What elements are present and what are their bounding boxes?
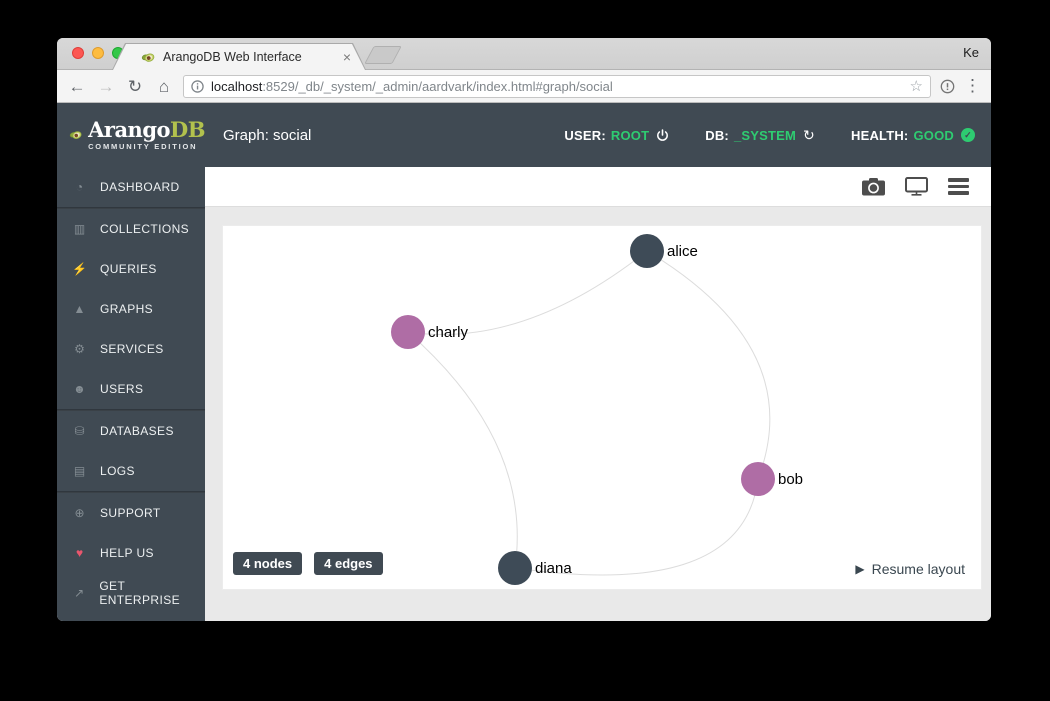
url-text[interactable]: localhost:8529/_db/_system/_admin/aardva…	[211, 79, 903, 94]
db-label: DB:	[705, 127, 729, 143]
bolt-icon: ⚡	[72, 262, 87, 276]
dashboard-icon: ◔	[75, 180, 84, 194]
sidebar-item-support[interactable]: ⊕ SUPPORT	[57, 493, 205, 533]
home-icon[interactable]: ⌂	[154, 78, 174, 95]
address-bar[interactable]: localhost:8529/_db/_system/_admin/aardva…	[183, 74, 931, 98]
sidebar-item-graphs[interactable]: ▲ GRAPHS	[57, 289, 205, 329]
page-title: Graph: social	[223, 126, 312, 144]
camera-icon[interactable]	[862, 177, 885, 196]
graph-viewer-toolbar	[205, 167, 991, 207]
reload-icon[interactable]: ↻	[125, 78, 145, 95]
sidebar-item-databases[interactable]: ⛁ DATABASES	[57, 411, 205, 451]
graph-node-diana[interactable]	[498, 551, 532, 585]
avocado-logo-icon	[69, 131, 82, 139]
sidebar-nav: ◔ DASHBOARD ▥ COLLECTIONS ⚡ QUERIES ▲ GRAPHS ⚙ SE…	[57, 167, 205, 621]
arangodb-favicon	[141, 53, 155, 62]
graph-viewer-content: alice charly bob diana 4 nodes 4 edges ▶ Re…	[205, 207, 991, 621]
resume-layout-label: Resume layout	[871, 561, 965, 577]
graph-edge-charly-diana	[407, 331, 518, 569]
graph-node-bob[interactable]	[741, 462, 775, 496]
heart-icon: ♥	[75, 546, 84, 560]
browser-alert-icon[interactable]	[940, 79, 955, 94]
arangodb-logo[interactable]: ArangoDB COMMUNITY EDITION	[69, 119, 205, 151]
edges-count-badge: 4 edges	[314, 552, 383, 575]
graph-stats: 4 nodes 4 edges	[233, 552, 383, 575]
external-link-icon: ↗	[74, 586, 85, 600]
users-icon: ☻	[73, 382, 86, 396]
graph-node-label-bob: bob	[778, 471, 803, 488]
sidebar-item-label: LOGS	[100, 464, 135, 478]
new-tab-button[interactable]	[364, 46, 402, 64]
chart-icon: ▲	[73, 302, 86, 316]
app-header: ArangoDB COMMUNITY EDITION Graph: social…	[57, 103, 991, 167]
power-icon[interactable]	[656, 128, 669, 142]
back-icon[interactable]: ←	[67, 78, 87, 95]
brand-wordmark: ArangoDB	[88, 117, 205, 143]
health-status: HEALTH: GOOD ✓	[851, 128, 975, 143]
graph-node-alice[interactable]	[630, 234, 664, 268]
menu-icon[interactable]	[948, 178, 969, 195]
folder-icon: ▥	[73, 222, 86, 236]
db-menu[interactable]: DB: _SYSTEM ↻	[705, 128, 815, 143]
tab-close-icon[interactable]: ×	[343, 50, 351, 64]
sidebar-item-label: GRAPHS	[100, 302, 154, 316]
lifebuoy-icon: ⊕	[74, 506, 85, 520]
sidebar-item-label: SUPPORT	[100, 506, 161, 520]
health-label: HEALTH:	[850, 127, 909, 143]
database-icon: ⛁	[74, 424, 85, 438]
user-value: ROOT	[610, 127, 650, 143]
forward-icon[interactable]: →	[96, 78, 116, 95]
sidebar-item-users[interactable]: ☻ USERS	[57, 369, 205, 409]
graph-canvas[interactable]: alice charly bob diana 4 nodes 4 edges ▶ Re…	[222, 225, 982, 590]
sidebar-item-label: QUERIES	[100, 262, 157, 276]
user-label: USER:	[564, 127, 606, 143]
file-icon: ▤	[73, 464, 86, 478]
graph-node-label-diana: diana	[535, 560, 572, 577]
sidebar-item-queries[interactable]: ⚡ QUERIES	[57, 249, 205, 289]
health-value: GOOD	[913, 127, 954, 143]
close-window-button[interactable]	[72, 47, 84, 59]
page-info-icon[interactable]	[191, 79, 204, 93]
url-host: localhost	[211, 78, 263, 94]
resume-layout-button[interactable]: ▶ Resume layout	[855, 561, 965, 577]
graph-svg: alice charly bob diana	[391, 234, 803, 585]
play-icon: ▶	[855, 562, 865, 576]
browser-tab-bar: ArangoDB Web Interface × Ke	[57, 38, 991, 70]
graph-node-charly[interactable]	[391, 315, 425, 349]
nodes-count-badge: 4 nodes	[233, 552, 303, 575]
url-path: :8529/_db/_system/_admin/aardvark/index.…	[262, 78, 613, 94]
browser-tab[interactable]: ArangoDB Web Interface ×	[113, 44, 365, 70]
tab-title: ArangoDB Web Interface	[163, 50, 302, 64]
browser-toolbar: ← → ↻ ⌂ localhost:8529/_db/_system/_admi…	[57, 70, 991, 103]
sidebar-item-dashboard[interactable]: ◔ DASHBOARD	[57, 167, 205, 207]
bookmark-star-icon[interactable]: ☆	[910, 77, 923, 95]
minimize-window-button[interactable]	[92, 47, 104, 59]
browser-menu-icon[interactable]: ⋮	[964, 76, 981, 96]
graph-node-label-alice: alice	[667, 243, 698, 260]
graph-node-label-charly: charly	[428, 324, 469, 341]
sidebar-item-label: GET ENTERPRISE	[99, 579, 181, 607]
graph-edge-alice-bob	[646, 250, 771, 480]
sidebar-item-label: DATABASES	[100, 424, 174, 438]
sidebar-item-label: USERS	[100, 382, 144, 396]
sidebar-item-label: DASHBOARD	[100, 180, 180, 194]
sidebar-item-collections[interactable]: ▥ COLLECTIONS	[57, 209, 205, 249]
user-menu[interactable]: USER: ROOT	[564, 128, 669, 143]
health-check-icon: ✓	[961, 128, 975, 142]
db-value: _SYSTEM	[733, 127, 797, 143]
sidebar-item-label: COLLECTIONS	[100, 222, 190, 236]
browser-window: ArangoDB Web Interface × Ke ← → ↻ ⌂ loca…	[57, 38, 991, 621]
sidebar-item-label: SERVICES	[100, 342, 164, 356]
gears-icon: ⚙	[74, 342, 85, 356]
sidebar-item-enterprise[interactable]: ↗ GET ENTERPRISE	[57, 573, 205, 613]
edition-label: COMMUNITY EDITION	[88, 142, 198, 152]
browser-profile-name[interactable]: Ke	[963, 45, 979, 60]
sidebar-item-label: HELP US	[100, 546, 154, 560]
sidebar-item-services[interactable]: ⚙ SERVICES	[57, 329, 205, 369]
refresh-icon[interactable]: ↻	[803, 128, 815, 142]
monitor-icon[interactable]	[905, 177, 928, 196]
sidebar-item-helpus[interactable]: ♥ HELP US	[57, 533, 205, 573]
graph-edge-charly-alice	[407, 250, 648, 335]
sidebar-item-logs[interactable]: ▤ LOGS	[57, 451, 205, 491]
